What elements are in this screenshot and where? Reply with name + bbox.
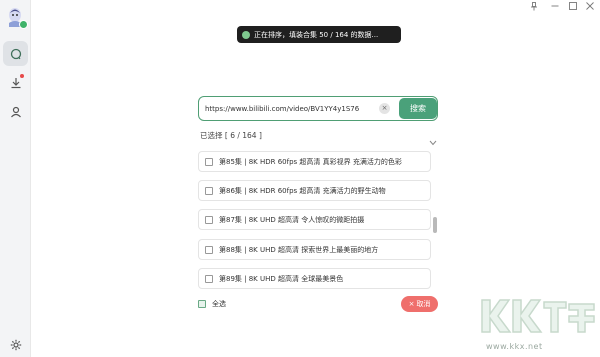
select-all-toggle[interactable]: 全选 [198,299,226,309]
minimize-button[interactable] [545,0,565,12]
status-badge [19,20,28,29]
app-logo[interactable] [4,5,28,29]
notification-dot [20,74,24,78]
cancel-label: 取消 [416,300,431,308]
clear-icon[interactable]: × [379,103,390,114]
pin-icon [531,1,537,10]
checkbox[interactable] [205,186,213,195]
watermark-text: www.kkx.net [486,342,543,351]
list-item[interactable]: 第87集 | 8K UHD 超高清 令人惊叹的微距拍摄 [198,209,431,230]
select-all-label: 全选 [212,300,226,308]
search-button[interactable]: 搜索 [399,98,437,119]
sidebar-item-search[interactable] [3,41,28,66]
sidebar-item-settings[interactable] [3,332,28,357]
close-button[interactable] [580,0,600,12]
list-item[interactable]: 第88集 | 8K UHD 超高清 探索世界上最美丽的地方 [198,239,431,260]
episode-label: 第85集 | 8K HDR 60fps 超高清 真彩视界 充满活力的色彩 [219,157,402,166]
cancel-button[interactable]: × 取消 [401,296,438,312]
maximize-icon [569,2,577,10]
chevron-down-icon [429,140,437,146]
select-all-checkbox[interactable] [198,300,206,308]
settings-icon [10,339,21,350]
sidebar-item-account[interactable] [3,99,28,124]
sidebar [0,0,31,357]
close-icon [586,2,594,10]
checkbox[interactable] [205,157,213,166]
list-item[interactable]: 第85集 | 8K HDR 60fps 超高清 真彩视界 充满活力的色彩 [198,151,431,172]
scrollbar-thumb[interactable] [433,217,437,233]
loading-icon [242,30,250,39]
url-search-bar: × 搜索 [198,96,438,121]
url-input[interactable] [205,101,375,117]
status-toast: 正在排序，填装合集 50 / 164 的数据... [237,26,401,43]
list-scrollbar[interactable] [433,151,437,287]
watermark: www.kkx.net [476,290,598,354]
episode-label: 第86集 | 8K HDR 60fps 超高清 充满活力的野生动物 [219,186,386,195]
collapse-button[interactable] [429,131,437,150]
episode-label: 第88集 | 8K UHD 超高清 探索世界上最美丽的地方 [219,245,379,254]
search-icon [10,48,21,59]
checkbox[interactable] [205,215,213,224]
list-item[interactable]: 第89集 | 8K UHD 超高清 全球最美景色 [198,268,431,289]
checkbox[interactable] [205,245,213,254]
episode-label: 第89集 | 8K UHD 超高清 全球最美景色 [219,274,344,283]
close-icon: × [408,300,415,308]
sidebar-item-downloads[interactable] [3,70,28,95]
toast-text: 正在排序，填装合集 50 / 164 的数据... [254,30,379,39]
download-icon [11,77,20,88]
pin-button[interactable] [524,0,544,12]
checkbox[interactable] [205,274,213,283]
minimize-icon [551,5,559,7]
list-item[interactable]: 第86集 | 8K HDR 60fps 超高清 充满活力的野生动物 [198,180,431,201]
user-icon [10,106,21,117]
selection-count: 已选择 [ 6 / 164 ] [200,131,262,140]
watermark-logo-icon [481,299,595,333]
episode-label: 第87集 | 8K UHD 超高清 令人惊叹的微距拍摄 [219,215,365,224]
